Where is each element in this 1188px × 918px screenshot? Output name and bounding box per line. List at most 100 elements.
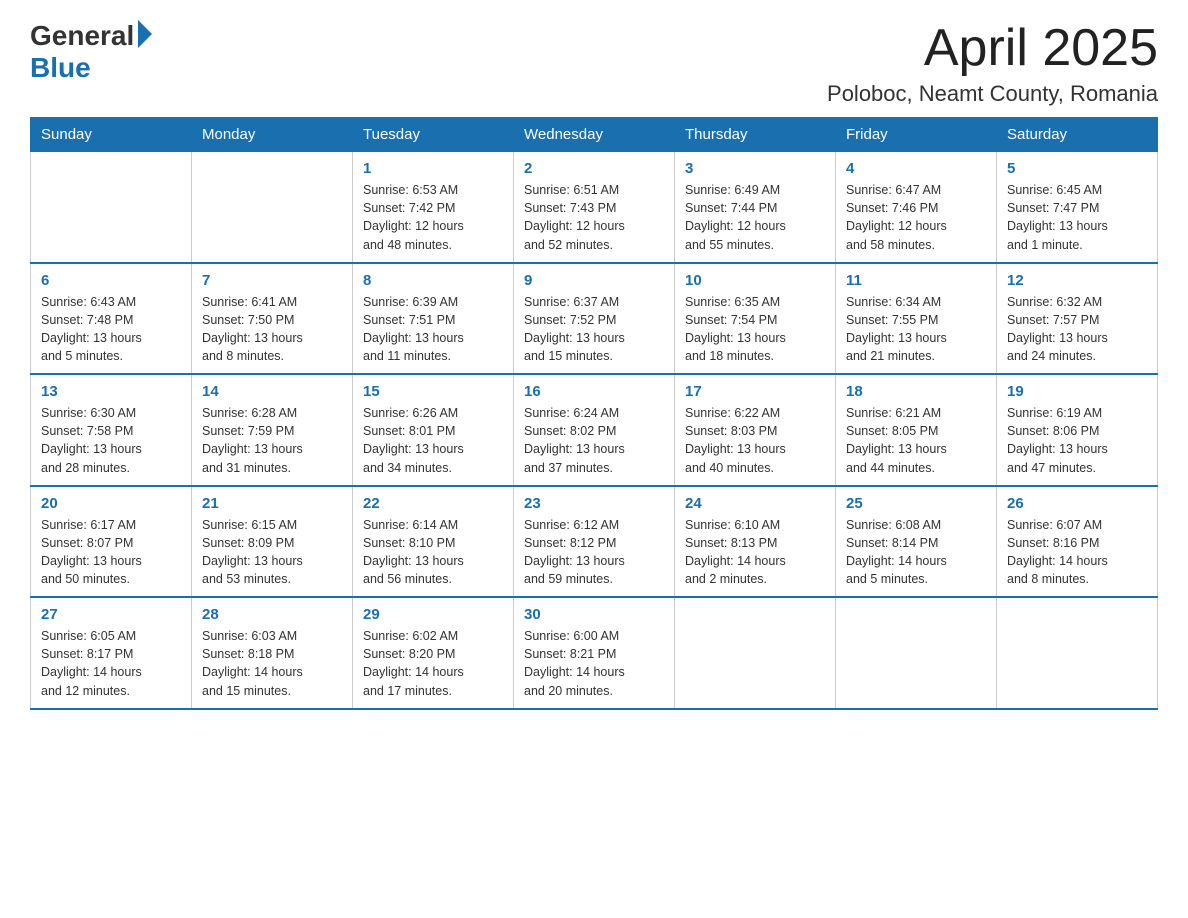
calendar-cell: 20 Sunrise: 6:17 AM Sunset: 8:07 PM Dayli… — [31, 486, 192, 598]
day-info: Sunrise: 6:15 AM Sunset: 8:09 PM Dayligh… — [202, 516, 342, 589]
calendar-cell — [192, 152, 353, 263]
calendar-cell: 1 Sunrise: 6:53 AM Sunset: 7:42 PM Daylig… — [353, 152, 514, 263]
calendar-week-1: 6 Sunrise: 6:43 AM Sunset: 7:48 PM Daylig… — [31, 263, 1158, 375]
header-cell-saturday: Saturday — [997, 118, 1158, 152]
calendar-week-4: 27Sunrise: 6:05 AM Sunset: 8:17 PM Dayli… — [31, 597, 1158, 709]
day-info: Sunrise: 6:30 AM Sunset: 7:58 PM Dayligh… — [41, 404, 181, 477]
day-info: Sunrise: 6:07 AM Sunset: 8:16 PM Dayligh… — [1007, 516, 1147, 589]
calendar-cell: 10 Sunrise: 6:35 AM Sunset: 7:54 PM Dayli… — [675, 263, 836, 375]
day-number: 24 — [685, 495, 825, 512]
calendar-cell: 28 Sunrise: 6:03 AM Sunset: 8:18 PM Dayli… — [192, 597, 353, 709]
day-info: Sunrise: 6:10 AM Sunset: 8:13 PM Dayligh… — [685, 516, 825, 589]
day-number: 26 — [1007, 495, 1147, 512]
day-info: Sunrise: 6:17 AM Sunset: 8:07 PM Dayligh… — [41, 516, 181, 589]
calendar-week-3: 20 Sunrise: 6:17 AM Sunset: 8:07 PM Dayli… — [31, 486, 1158, 598]
day-number: 9 — [524, 272, 664, 289]
header-cell-tuesday: Tuesday — [353, 118, 514, 152]
calendar-cell: 6 Sunrise: 6:43 AM Sunset: 7:48 PM Daylig… — [31, 263, 192, 375]
day-info: Sunrise: 6:02 AM Sunset: 8:20 PM Dayligh… — [363, 627, 503, 700]
day-number: 13 — [41, 383, 181, 400]
month-title: April 2025 — [827, 20, 1158, 77]
day-number: 3 — [685, 160, 825, 177]
calendar-cell — [997, 597, 1158, 709]
calendar-cell — [836, 597, 997, 709]
day-info: Sunrise: 6:21 AM Sunset: 8:05 PM Dayligh… — [846, 404, 986, 477]
calendar-cell: 5 Sunrise: 6:45 AM Sunset: 7:47 PM Daylig… — [997, 152, 1158, 263]
day-info: Sunrise: 6:43 AM Sunset: 7:48 PM Dayligh… — [41, 293, 181, 366]
calendar-cell: 25Sunrise: 6:08 AM Sunset: 8:14 PM Dayli… — [836, 486, 997, 598]
day-number: 1 — [363, 160, 503, 177]
calendar-cell: 12 Sunrise: 6:32 AM Sunset: 7:57 PM Dayli… — [997, 263, 1158, 375]
day-info: Sunrise: 6:39 AM Sunset: 7:51 PM Dayligh… — [363, 293, 503, 366]
logo-general-text: General — [30, 20, 134, 52]
day-info: Sunrise: 6:32 AM Sunset: 7:57 PM Dayligh… — [1007, 293, 1147, 366]
day-number: 7 — [202, 272, 342, 289]
calendar-cell: 26 Sunrise: 6:07 AM Sunset: 8:16 PM Dayli… — [997, 486, 1158, 598]
day-info: Sunrise: 6:12 AM Sunset: 8:12 PM Dayligh… — [524, 516, 664, 589]
day-number: 17 — [685, 383, 825, 400]
header-cell-friday: Friday — [836, 118, 997, 152]
day-info: Sunrise: 6:28 AM Sunset: 7:59 PM Dayligh… — [202, 404, 342, 477]
day-info: Sunrise: 6:34 AM Sunset: 7:55 PM Dayligh… — [846, 293, 986, 366]
day-number: 8 — [363, 272, 503, 289]
calendar-cell: 4 Sunrise: 6:47 AM Sunset: 7:46 PM Daylig… — [836, 152, 997, 263]
day-info: Sunrise: 6:49 AM Sunset: 7:44 PM Dayligh… — [685, 181, 825, 254]
day-number: 6 — [41, 272, 181, 289]
day-number: 30 — [524, 606, 664, 623]
day-info: Sunrise: 6:05 AM Sunset: 8:17 PM Dayligh… — [41, 627, 181, 700]
day-number: 22 — [363, 495, 503, 512]
day-number: 18 — [846, 383, 986, 400]
day-number: 28 — [202, 606, 342, 623]
calendar-week-0: 1 Sunrise: 6:53 AM Sunset: 7:42 PM Daylig… — [31, 152, 1158, 263]
calendar-cell: 22 Sunrise: 6:14 AM Sunset: 8:10 PM Dayli… — [353, 486, 514, 598]
logo-arrow-icon — [138, 20, 152, 48]
calendar-cell: 18 Sunrise: 6:21 AM Sunset: 8:05 PM Dayli… — [836, 374, 997, 486]
calendar-cell: 15Sunrise: 6:26 AM Sunset: 8:01 PM Dayli… — [353, 374, 514, 486]
day-info: Sunrise: 6:24 AM Sunset: 8:02 PM Dayligh… — [524, 404, 664, 477]
calendar-cell — [31, 152, 192, 263]
day-info: Sunrise: 6:00 AM Sunset: 8:21 PM Dayligh… — [524, 627, 664, 700]
logo: General Blue — [30, 20, 152, 84]
day-info: Sunrise: 6:53 AM Sunset: 7:42 PM Dayligh… — [363, 181, 503, 254]
day-number: 2 — [524, 160, 664, 177]
calendar-cell: 16Sunrise: 6:24 AM Sunset: 8:02 PM Dayli… — [514, 374, 675, 486]
calendar-body: 1 Sunrise: 6:53 AM Sunset: 7:42 PM Daylig… — [31, 152, 1158, 709]
calendar-cell: 2Sunrise: 6:51 AM Sunset: 7:43 PM Daylig… — [514, 152, 675, 263]
day-number: 23 — [524, 495, 664, 512]
calendar-cell: 21 Sunrise: 6:15 AM Sunset: 8:09 PM Dayli… — [192, 486, 353, 598]
day-info: Sunrise: 6:19 AM Sunset: 8:06 PM Dayligh… — [1007, 404, 1147, 477]
calendar-cell: 23 Sunrise: 6:12 AM Sunset: 8:12 PM Dayli… — [514, 486, 675, 598]
day-number: 21 — [202, 495, 342, 512]
day-info: Sunrise: 6:45 AM Sunset: 7:47 PM Dayligh… — [1007, 181, 1147, 254]
day-info: Sunrise: 6:47 AM Sunset: 7:46 PM Dayligh… — [846, 181, 986, 254]
calendar-cell: 19Sunrise: 6:19 AM Sunset: 8:06 PM Dayli… — [997, 374, 1158, 486]
day-number: 15 — [363, 383, 503, 400]
day-number: 20 — [41, 495, 181, 512]
day-info: Sunrise: 6:41 AM Sunset: 7:50 PM Dayligh… — [202, 293, 342, 366]
header-cell-monday: Monday — [192, 118, 353, 152]
calendar-week-2: 13 Sunrise: 6:30 AM Sunset: 7:58 PM Dayli… — [31, 374, 1158, 486]
day-number: 4 — [846, 160, 986, 177]
title-block: April 2025 Poloboc, Neamt County, Romani… — [827, 20, 1158, 107]
page-header: General Blue April 2025 Poloboc, Neamt C… — [30, 20, 1158, 107]
calendar-cell: 11Sunrise: 6:34 AM Sunset: 7:55 PM Dayli… — [836, 263, 997, 375]
day-number: 29 — [363, 606, 503, 623]
calendar-cell: 3 Sunrise: 6:49 AM Sunset: 7:44 PM Daylig… — [675, 152, 836, 263]
calendar-cell: 27Sunrise: 6:05 AM Sunset: 8:17 PM Dayli… — [31, 597, 192, 709]
day-number: 12 — [1007, 272, 1147, 289]
logo-blue-text: Blue — [30, 52, 91, 83]
calendar-cell: 8 Sunrise: 6:39 AM Sunset: 7:51 PM Daylig… — [353, 263, 514, 375]
day-number: 10 — [685, 272, 825, 289]
header-row: SundayMondayTuesdayWednesdayThursdayFrid… — [31, 118, 1158, 152]
day-number: 14 — [202, 383, 342, 400]
calendar-cell: 17Sunrise: 6:22 AM Sunset: 8:03 PM Dayli… — [675, 374, 836, 486]
day-number: 5 — [1007, 160, 1147, 177]
calendar-cell — [675, 597, 836, 709]
day-number: 25 — [846, 495, 986, 512]
day-info: Sunrise: 6:14 AM Sunset: 8:10 PM Dayligh… — [363, 516, 503, 589]
calendar-cell: 30 Sunrise: 6:00 AM Sunset: 8:21 PM Dayli… — [514, 597, 675, 709]
header-cell-thursday: Thursday — [675, 118, 836, 152]
day-info: Sunrise: 6:03 AM Sunset: 8:18 PM Dayligh… — [202, 627, 342, 700]
day-info: Sunrise: 6:35 AM Sunset: 7:54 PM Dayligh… — [685, 293, 825, 366]
calendar-cell: 29 Sunrise: 6:02 AM Sunset: 8:20 PM Dayli… — [353, 597, 514, 709]
